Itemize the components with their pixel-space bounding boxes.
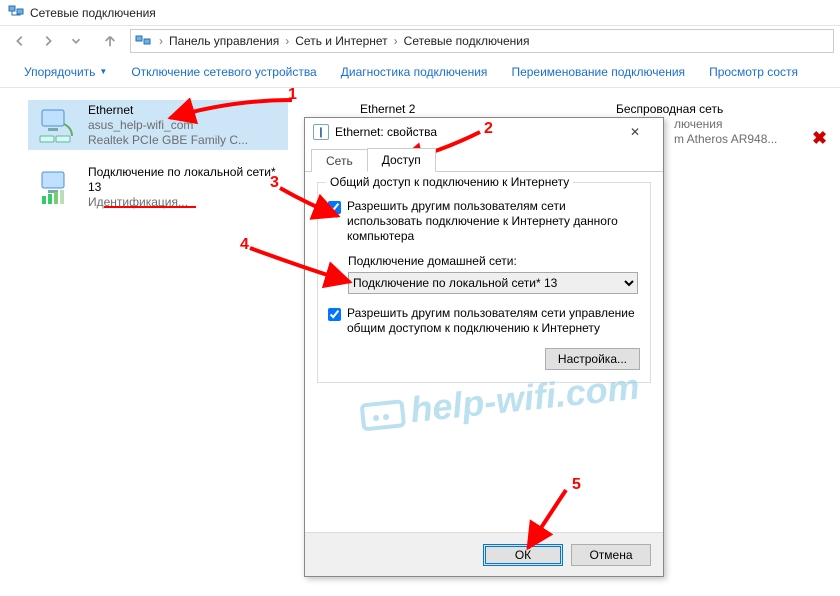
tabstrip: Сеть Доступ	[305, 146, 663, 172]
connection-wifi-device: m Atheros AR948...	[674, 132, 777, 147]
breadcrumb-item[interactable]: Сетевые подключения	[402, 34, 532, 48]
connection-ethernet2[interactable]: Ethernet 2	[360, 102, 415, 117]
chevron-right-icon[interactable]: ›	[281, 34, 293, 48]
network-connections-icon	[8, 3, 24, 22]
toolbar-disable-device[interactable]: Отключение сетевого устройства	[119, 65, 328, 79]
settings-button[interactable]: Настройка...	[545, 348, 640, 370]
allow-control-checkbox[interactable]	[328, 308, 341, 321]
toolbar-rename[interactable]: Переименование подключения	[499, 65, 697, 79]
breadcrumb-item[interactable]: Панель управления	[167, 34, 281, 48]
connection-wifi[interactable]: Беспроводная сеть	[616, 102, 723, 117]
connection-ethernet[interactable]: Ethernet asus_help-wifi_com Realtek PCIe…	[28, 100, 288, 150]
connection-wifi-status: лючения	[674, 117, 723, 132]
dialog-titlebar: ❙ Ethernet: свойства ✕	[305, 118, 663, 146]
disabled-x-icon: ✖	[812, 128, 827, 149]
ethernet-icon	[28, 100, 88, 150]
toolbar-organize-label: Упорядочить	[24, 65, 95, 79]
connection-device: Realtek PCIe GBE Family C...	[88, 133, 288, 148]
tab-sharing[interactable]: Доступ	[367, 148, 436, 172]
toolbar-diagnose[interactable]: Диагностика подключения	[329, 65, 500, 79]
chevron-down-icon: ▼	[99, 67, 107, 76]
dialog-close-button[interactable]: ✕	[615, 121, 655, 143]
navbar: › Панель управления › Сеть и Интернет › …	[0, 26, 840, 56]
chevron-right-icon[interactable]: ›	[390, 34, 402, 48]
tab-network[interactable]: Сеть	[311, 149, 368, 172]
toolbar-view-status[interactable]: Просмотр состя	[697, 65, 810, 79]
window-title: Сетевые подключения	[30, 6, 156, 20]
lan-icon	[28, 162, 88, 212]
toolbar-organize[interactable]: Упорядочить ▼	[12, 65, 119, 79]
window-titlebar: Сетевые подключения	[0, 0, 840, 26]
home-network-select[interactable]: Подключение по локальной сети* 13	[348, 272, 638, 294]
chevron-right-icon[interactable]: ›	[155, 34, 167, 48]
address-bar[interactable]: › Панель управления › Сеть и Интернет › …	[130, 29, 834, 53]
allow-share-checkbox[interactable]	[328, 201, 341, 214]
nav-forward-button[interactable]	[34, 29, 62, 53]
ok-button[interactable]: ОК	[483, 544, 563, 566]
properties-dialog: ❙ Ethernet: свойства ✕ Сеть Доступ Общий…	[304, 117, 664, 577]
nav-dropdown-button[interactable]	[62, 29, 90, 53]
ics-group: Общий доступ к подключению к Интернету Р…	[317, 182, 651, 383]
allow-control-row: Разрешить другим пользователям сети упра…	[328, 306, 640, 336]
nav-back-button[interactable]	[6, 29, 34, 53]
home-network-label: Подключение домашней сети:	[348, 254, 640, 268]
toolbar: Упорядочить ▼ Отключение сетевого устройс…	[0, 56, 840, 88]
nav-up-button[interactable]	[96, 29, 124, 53]
allow-control-label: Разрешить другим пользователям сети упра…	[347, 306, 640, 336]
connection-name: Подключение по локальной сети* 13	[88, 165, 288, 195]
dialog-body: Общий доступ к подключению к Интернету Р…	[305, 172, 663, 532]
cancel-button[interactable]: Отмена	[571, 544, 651, 566]
adapter-icon: ❙	[313, 124, 329, 140]
dialog-title: Ethernet: свойства	[335, 125, 437, 139]
breadcrumb-item[interactable]: Сеть и Интернет	[293, 34, 389, 48]
network-folder-icon	[135, 33, 151, 49]
dialog-footer: ОК Отмена	[305, 532, 663, 576]
allow-share-label: Разрешить другим пользователям сети испо…	[347, 199, 640, 244]
connection-name: Ethernet	[88, 103, 288, 118]
connection-lan13[interactable]: Подключение по локальной сети* 13 Иденти…	[28, 162, 288, 212]
connection-status: Идентификация...	[88, 195, 288, 210]
ics-group-legend: Общий доступ к подключению к Интернету	[326, 175, 573, 189]
allow-share-row: Разрешить другим пользователям сети испо…	[328, 199, 640, 244]
connection-status: asus_help-wifi_com	[88, 118, 288, 133]
